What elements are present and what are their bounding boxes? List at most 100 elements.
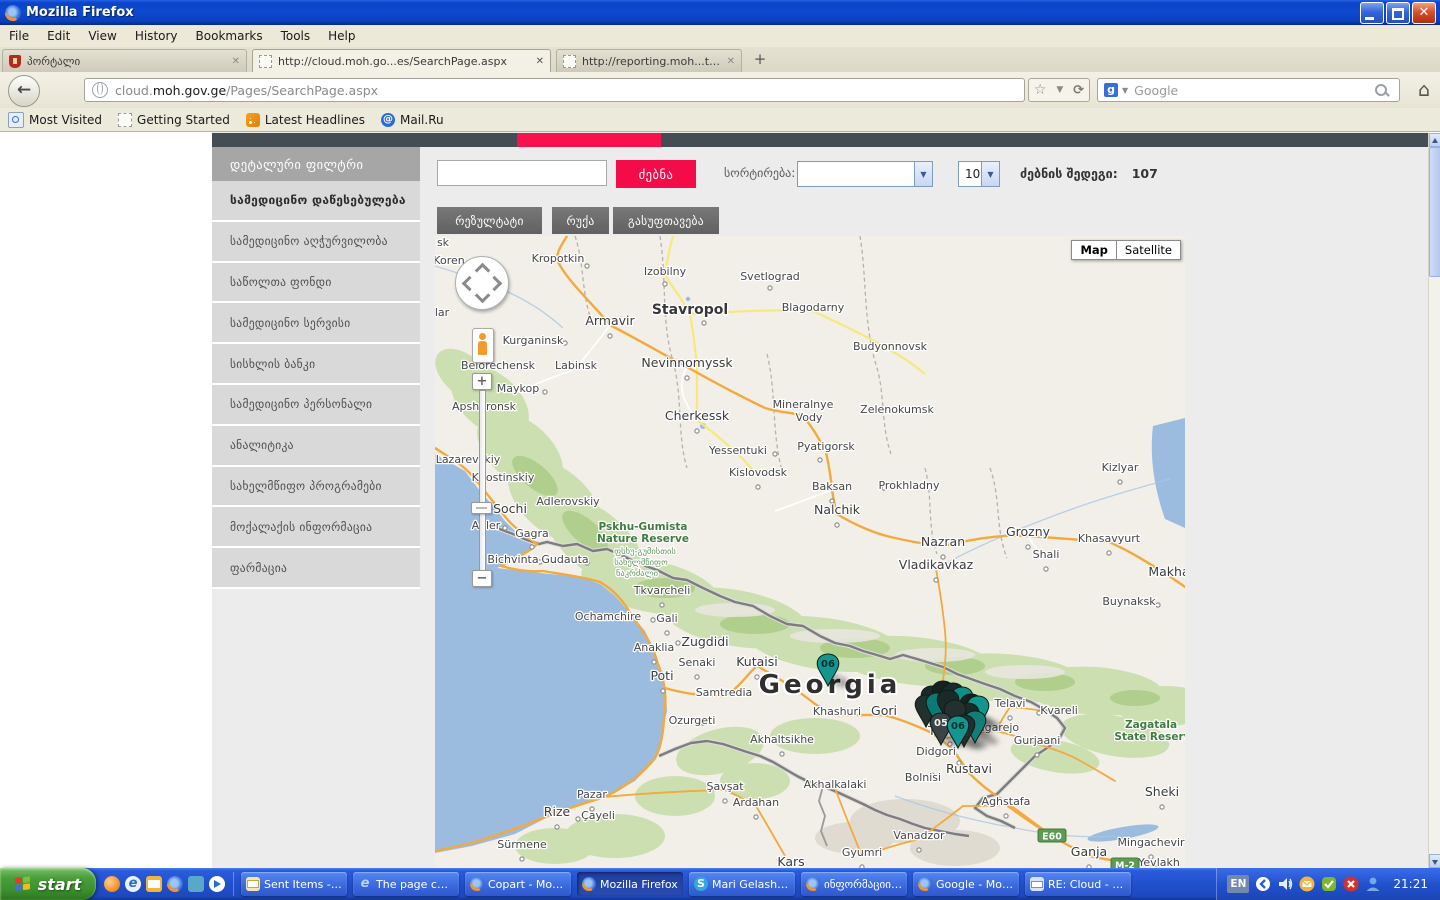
map-pan-control[interactable] — [455, 256, 509, 310]
restore-button[interactable] — [1386, 2, 1410, 24]
magnifier-icon[interactable] — [1375, 84, 1387, 96]
tab-login[interactable]: http://reporting.moh...ty/Users/Login.as… — [556, 49, 742, 72]
dropdown-caret-icon[interactable]: ▼ — [1056, 85, 1063, 95]
start-button[interactable]: start — [0, 868, 96, 900]
menu-tools[interactable]: Tools — [272, 27, 320, 45]
pan-right-icon[interactable] — [487, 276, 503, 292]
quicklaunch-firefox-icon[interactable] — [167, 876, 183, 892]
scroll-up-icon[interactable] — [1429, 133, 1440, 147]
select-arrow-icon[interactable]: ▼ — [914, 162, 932, 186]
menu-help[interactable]: Help — [319, 27, 364, 45]
scrollbar[interactable] — [1428, 133, 1440, 868]
quicklaunch-messenger-icon[interactable] — [188, 876, 204, 892]
search-input[interactable] — [437, 160, 607, 186]
sidebar-item[interactable]: სახელმწიფო პროგრამები — [212, 467, 420, 508]
zoom-slider-thumb[interactable] — [471, 502, 492, 514]
mailru-agent-icon[interactable] — [1299, 876, 1315, 892]
taskbar-window-button[interactable]: Google - Mozill... — [913, 872, 1019, 896]
map-type-satellite-button[interactable]: Satellite — [1117, 240, 1181, 260]
sidebar-item[interactable]: ფარმაცია — [212, 548, 420, 589]
sidebar-item[interactable]: სამედიცინო დაწესებულება — [212, 181, 420, 222]
view-button[interactable]: გასუფთავება — [613, 207, 719, 234]
sidebar-item[interactable]: ანალიტიკა — [212, 426, 420, 467]
url-bar[interactable]: cloud.moh.gov.ge/Pages/SearchPage.aspx — [84, 78, 1025, 102]
view-button[interactable]: რეზულტატი — [437, 207, 542, 234]
hide-icons-icon[interactable] — [1255, 876, 1271, 892]
quicklaunch-ie-icon[interactable]: e — [125, 876, 141, 892]
security-alert-icon[interactable] — [1343, 876, 1359, 892]
back-button[interactable]: ← — [8, 75, 40, 107]
zoom-in-button[interactable]: + — [472, 373, 492, 390]
tab-portal[interactable]: პორტალი ✕ — [2, 49, 247, 72]
menu-view[interactable]: View — [79, 27, 125, 45]
bookmark-latest-headlines[interactable]: Latest Headlines — [246, 113, 365, 127]
page-size-select[interactable]: 10 ▼ — [958, 161, 1000, 187]
town-dot — [695, 429, 699, 433]
site-nav-active-item[interactable] — [517, 133, 661, 147]
bookmark-most-visited[interactable]: Most Visited — [8, 112, 102, 128]
tab-close-icon[interactable]: ✕ — [727, 56, 735, 67]
bookmark-getting-started[interactable]: Getting Started — [118, 113, 230, 127]
sort-select[interactable]: ▼ — [797, 161, 933, 187]
mail-icon — [246, 877, 260, 891]
taskbar-window-button[interactable]: SMari Gelashvili — [689, 872, 795, 896]
quicklaunch-media-player-icon[interactable] — [209, 876, 225, 892]
tab-close-icon[interactable]: ✕ — [232, 56, 240, 67]
google-engine-icon[interactable]: g — [1104, 83, 1118, 97]
menu-file[interactable]: File — [0, 27, 38, 45]
task-label: The page can... — [376, 878, 454, 891]
menu-bookmarks[interactable]: Bookmarks — [187, 27, 272, 45]
new-tab-button[interactable]: + — [748, 50, 772, 70]
pan-down-icon[interactable] — [475, 288, 491, 304]
taskbar-window-button[interactable]: Sent Items - ... — [241, 872, 347, 896]
bookmark-mailru[interactable]: @ Mail.Ru — [381, 113, 444, 127]
scroll-thumb[interactable] — [1429, 147, 1440, 277]
minimize-button[interactable] — [1360, 2, 1384, 24]
pan-left-icon[interactable] — [462, 276, 478, 292]
taskbar-window-button[interactable]: RE: Cloud - sis... — [1025, 872, 1131, 896]
task-label: Copart - Mozill... — [488, 878, 566, 891]
bookmark-star-icon[interactable]: ☆ — [1034, 82, 1047, 98]
quicklaunch-agent-icon[interactable] — [104, 876, 120, 892]
map-canvas[interactable]: skKorenlarKropotkinIzobilnySvetlogradSta… — [435, 236, 1185, 868]
reload-icon[interactable]: ⟳ — [1073, 83, 1084, 98]
window-titlebar[interactable]: Mozilla Firefox ✕ — [0, 0, 1440, 25]
zoom-out-button[interactable]: − — [472, 570, 492, 587]
update-ok-icon[interactable] — [1321, 876, 1337, 892]
zoom-slider-track[interactable] — [479, 390, 486, 572]
taskbar-window-button[interactable]: ინფორმაციის ... — [801, 872, 907, 896]
quicklaunch-mail-icon[interactable] — [146, 876, 162, 892]
url-subdomain: cloud. — [115, 83, 153, 98]
sidebar-item[interactable]: სამედიცინო პერსონალი — [212, 385, 420, 426]
search-button[interactable]: ძებნა — [616, 160, 696, 188]
taskbar-window-button[interactable]: Copart - Mozill... — [465, 872, 571, 896]
pan-up-icon[interactable] — [475, 263, 491, 279]
map-label: lar — [435, 306, 450, 319]
language-indicator[interactable]: EN — [1227, 875, 1249, 893]
messenger-user-icon[interactable] — [1365, 876, 1381, 892]
pegman-control[interactable] — [472, 328, 494, 363]
sidebar-item[interactable]: მოქალაქის ინფორმაცია — [212, 507, 420, 548]
volume-icon[interactable] — [1277, 876, 1293, 892]
sidebar-item[interactable]: სამედიცინო სერვისი — [212, 303, 420, 344]
menu-edit[interactable]: Edit — [38, 27, 79, 45]
select-arrow-icon[interactable]: ▼ — [981, 162, 999, 186]
map-label: Pazar — [577, 788, 607, 801]
menu-history[interactable]: History — [126, 27, 187, 45]
view-button[interactable]: რუქა — [552, 207, 609, 234]
taskbar-window-button[interactable]: Mozilla Firefox — [577, 872, 683, 896]
sidebar-item[interactable]: საწოლთა ფონდი — [212, 263, 420, 304]
map-label: Anaklia — [634, 641, 674, 654]
sidebar-item[interactable]: სამედიცინო აღჭურვილობა — [212, 222, 420, 263]
tab-searchpage[interactable]: http://cloud.moh.go...es/SearchPage.aspx… — [252, 49, 551, 72]
home-button[interactable]: ⌂ — [1411, 77, 1437, 103]
close-button[interactable]: ✕ — [1412, 2, 1436, 24]
scroll-down-icon[interactable] — [1429, 854, 1440, 868]
tab-close-icon[interactable]: ✕ — [536, 56, 544, 67]
town-dot — [1035, 753, 1039, 757]
sidebar-item[interactable]: სისხლის ბანკი — [212, 344, 420, 385]
taskbar-window-button[interactable]: eThe page can... — [353, 872, 459, 896]
engine-caret-icon[interactable]: ▼ — [1122, 86, 1128, 95]
map-type-map-button[interactable]: Map — [1071, 240, 1116, 260]
search-bar[interactable]: g ▼ Google — [1097, 78, 1400, 102]
